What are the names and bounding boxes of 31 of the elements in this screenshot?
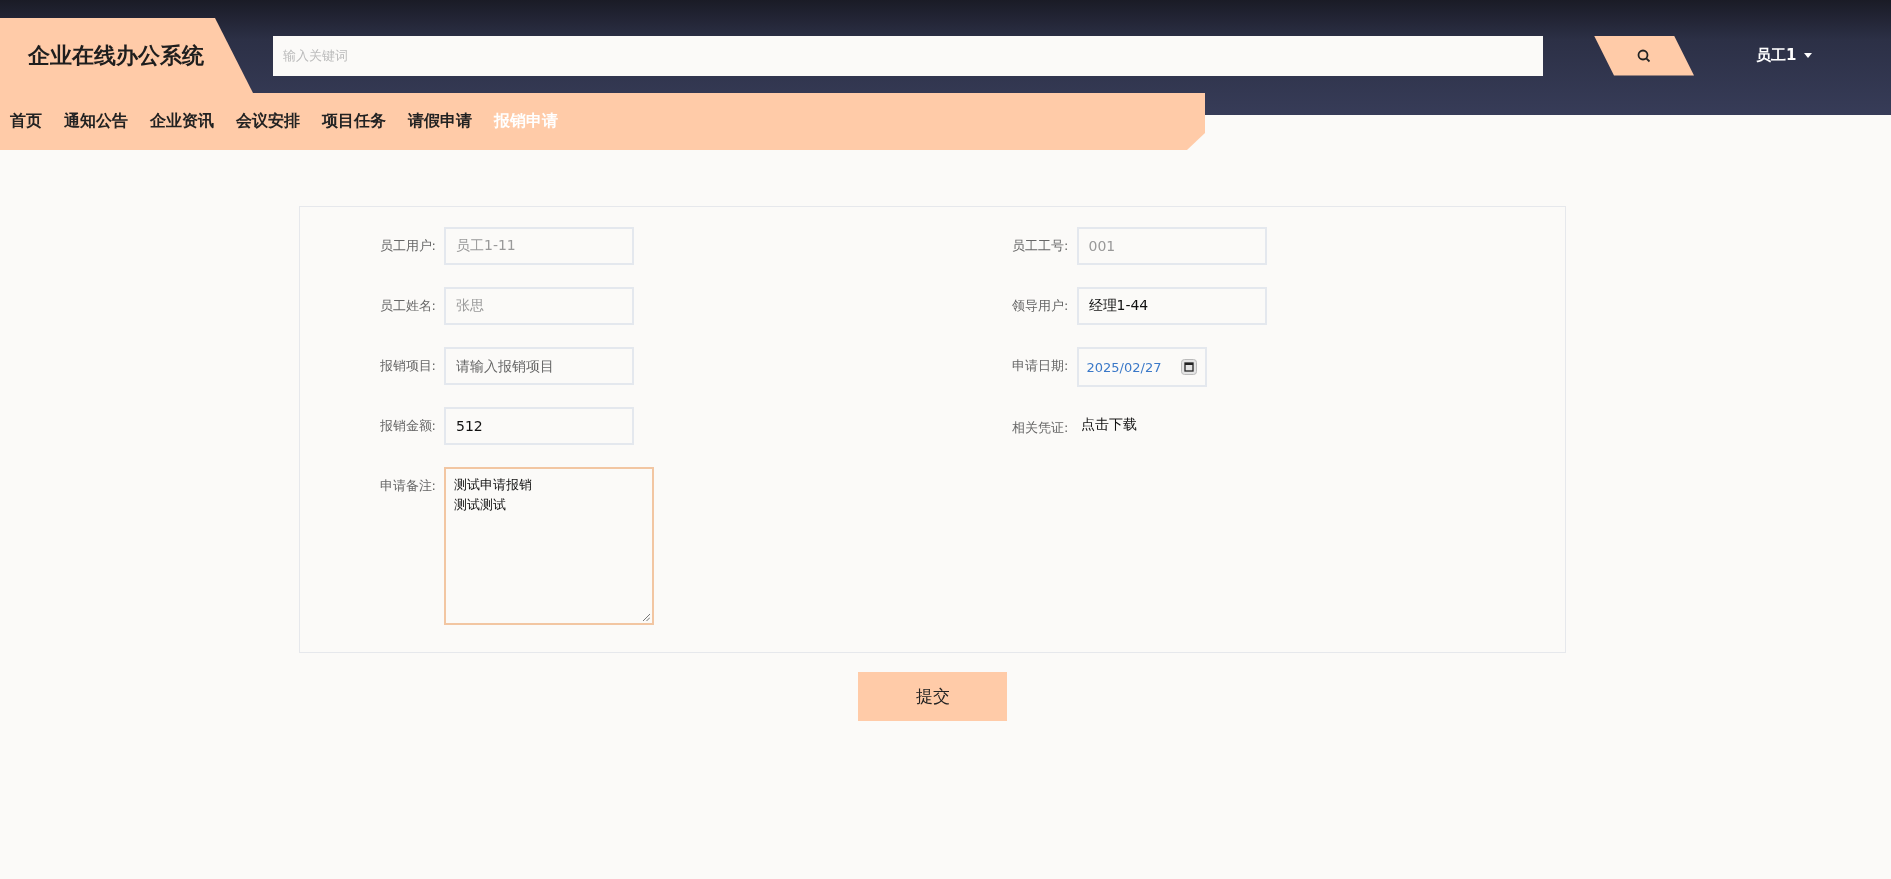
field-label: 报销项目: bbox=[378, 357, 436, 375]
field-label: 员工工号: bbox=[1011, 237, 1069, 255]
remarks-line: 测试申请报销 bbox=[454, 476, 532, 494]
user-menu[interactable]: 员工1 bbox=[1756, 46, 1797, 65]
search-field[interactable]: 输入关键词 bbox=[273, 35, 1543, 76]
field-label: 相关凭证: bbox=[1011, 419, 1069, 437]
nav-item[interactable]: 请假申请 bbox=[408, 111, 472, 132]
nav-item[interactable]: 项目任务 bbox=[322, 111, 386, 132]
site-logo: 企业在线办公系统 bbox=[0, 18, 253, 93]
input-field[interactable]: 请输入报销项目 bbox=[444, 347, 634, 385]
remarks-field[interactable]: 测试申请报销 测试测试 bbox=[444, 467, 654, 625]
nav-item[interactable]: 首页 bbox=[10, 111, 42, 132]
submit-button[interactable]: 提交 bbox=[858, 672, 1007, 721]
input-field[interactable]: 经理1-44 bbox=[1076, 287, 1267, 325]
remarks-line: 测试测试 bbox=[454, 496, 506, 514]
field-label: 员工用户: bbox=[378, 237, 436, 255]
calendar-icon bbox=[1180, 359, 1197, 375]
field-label: 申请日期: bbox=[1011, 357, 1069, 375]
nav-item[interactable]: 企业资讯 bbox=[150, 111, 214, 132]
search-icon bbox=[1637, 48, 1651, 63]
download-link[interactable]: 点击下载 bbox=[1076, 409, 1137, 439]
nav-item[interactable]: 会议安排 bbox=[236, 111, 300, 132]
resize-grip-icon bbox=[642, 613, 650, 621]
field-label: 领导用户: bbox=[1011, 297, 1069, 315]
input-field[interactable]: 512 bbox=[444, 407, 634, 445]
nav-item[interactable]: 通知公告 bbox=[64, 111, 128, 132]
field-label: 申请备注: bbox=[378, 477, 436, 495]
caret-icon bbox=[1804, 53, 1813, 58]
field-label: 员工姓名: bbox=[378, 297, 436, 315]
date-field[interactable]: 2025/02/27 bbox=[1076, 347, 1207, 387]
field-label: 报销金额: bbox=[378, 417, 436, 435]
